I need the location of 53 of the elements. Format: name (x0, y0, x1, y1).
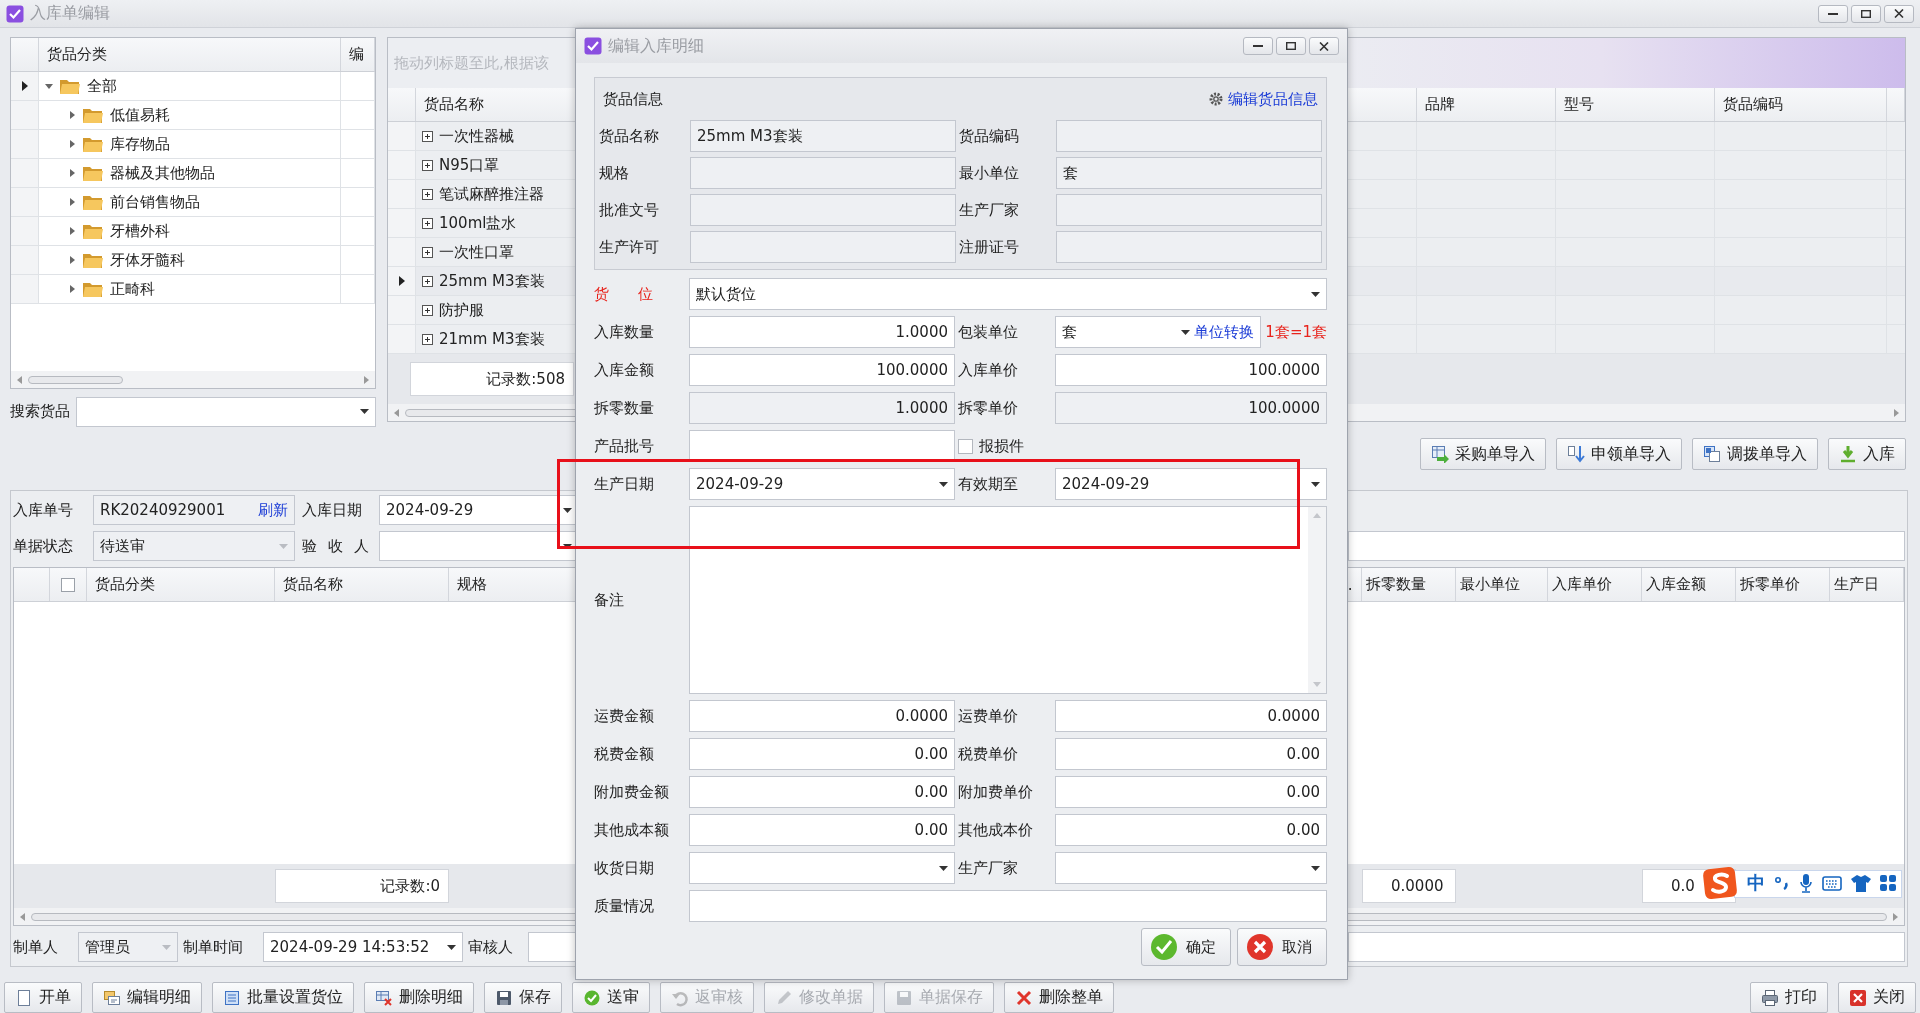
field-label: 搜索货品 (10, 402, 70, 421)
field-label: 附加费单价 (958, 782, 1034, 802)
field-label: 其他成本额 (594, 820, 670, 840)
field-label: 生产许可 (599, 237, 660, 257)
group-title: 货品信息 (603, 89, 663, 109)
record-count: 记录数:508 (410, 362, 574, 396)
table-cell: 100ml盐水 (439, 213, 517, 233)
checkbox-label: 报损件 (979, 436, 1024, 456)
field-label: 货品名称 (599, 126, 660, 146)
field-label: 注册证号 (959, 237, 1020, 257)
conversion-note: 1套=1套 (1265, 322, 1327, 342)
field-label: 拆零单价 (958, 398, 1019, 418)
table-cell: 21mm M3套装 (439, 329, 545, 349)
field-label: 税费单价 (958, 744, 1019, 764)
field-label: 拆零数量 (594, 398, 655, 418)
table-cell: 笔试麻醉推注器 (439, 184, 544, 204)
field-label: 有效期至 (958, 474, 1019, 494)
window-title: 入库单编辑 (30, 3, 110, 24)
field-label: 入库数量 (594, 322, 655, 342)
field-label: 备注 (594, 590, 625, 610)
field-label: 入库金额 (594, 360, 655, 380)
table-cell: 一次性口罩 (439, 242, 514, 262)
field-label: 单据状态 (13, 536, 74, 556)
field-label: 制单时间 (183, 937, 244, 957)
field-label: 包装单位 (958, 322, 1019, 342)
field-label: 运费金额 (594, 706, 655, 726)
field-label: 最小单位 (959, 163, 1020, 183)
field-label: 生产厂家 (958, 858, 1019, 878)
field-label: 货品编码 (959, 126, 1020, 146)
field-label: 制单人 (13, 937, 59, 957)
total-cell: 0.0000 (1362, 869, 1456, 903)
field-label: 规格 (599, 163, 630, 183)
field-label: 税费金额 (594, 744, 655, 764)
field-label: 运费单价 (958, 706, 1019, 726)
dialog-title: 编辑入库明细 (608, 35, 704, 57)
field-label: 附加费金额 (594, 782, 670, 802)
field-label: 入库单价 (958, 360, 1019, 380)
field-label: 生产厂家 (959, 200, 1020, 220)
field-label: 批准文号 (599, 200, 660, 220)
table-cell: 一次性器械 (439, 126, 514, 146)
field-label: 审核人 (468, 937, 514, 957)
table-cell: N95口罩 (439, 155, 500, 175)
field-label: 产品批号 (594, 436, 655, 456)
field-label: 其他成本价 (958, 820, 1034, 840)
field-label: 收货日期 (594, 858, 655, 878)
table-cell: 25mm M3套装 (439, 271, 545, 291)
field-label: 入库单号 (13, 500, 74, 520)
field-label: 验 收 人 (302, 536, 370, 556)
record-count: 记录数:0 (275, 869, 449, 903)
field-label: 生产日期 (594, 474, 655, 494)
table-cell: 防护服 (439, 300, 484, 320)
field-label: 入库日期 (302, 500, 363, 520)
field-label: 质量情况 (594, 896, 655, 916)
